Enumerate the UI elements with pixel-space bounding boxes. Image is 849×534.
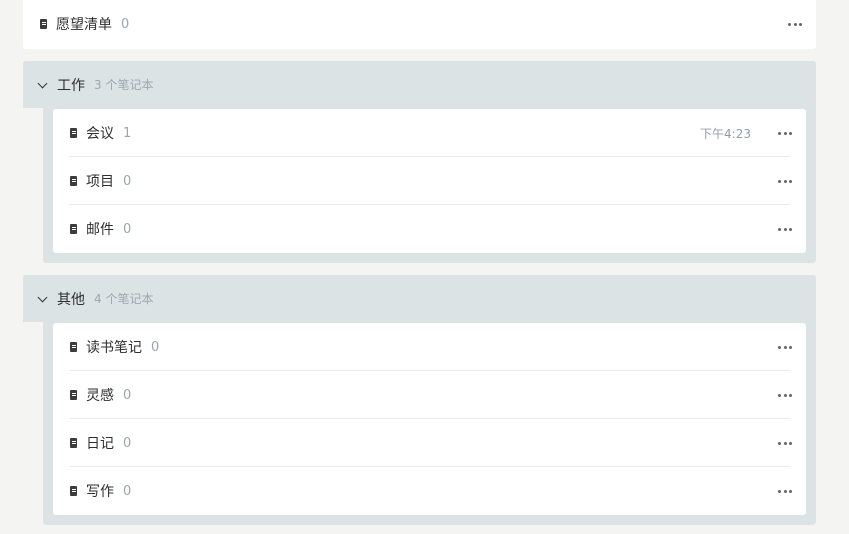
notebook-card: 愿望清单 0 <box>23 0 816 49</box>
notebook-row[interactable]: 读书笔记 0 <box>53 323 806 371</box>
chevron-down-icon[interactable] <box>37 78 48 88</box>
notebook-row[interactable]: 日记 0 <box>53 419 806 467</box>
notebook-row[interactable]: 会议 1 下午4:23 <box>53 109 806 157</box>
more-options-icon[interactable] <box>788 17 802 31</box>
note-count: 0 <box>151 339 160 355</box>
stack-notebook-count: 3 个笔记本 <box>94 78 154 92</box>
notebook-row[interactable]: 项目 0 <box>53 157 806 205</box>
notebook-icon <box>70 176 77 186</box>
note-count: 0 <box>123 387 132 403</box>
stack-work: 工作 3 个笔记本 会议 1 下午4:23 项目 0 邮件 0 <box>23 61 816 263</box>
stack-notebooks: 会议 1 下午4:23 项目 0 邮件 0 <box>53 109 806 253</box>
notebook-icon <box>70 486 77 496</box>
more-options-icon[interactable] <box>778 174 792 188</box>
notebook-list: 愿望清单 0 工作 3 个笔记本 会议 1 下午4:23 项目 0 邮件 0 其… <box>0 0 849 534</box>
more-options-icon[interactable] <box>778 436 792 450</box>
notebook-name: 邮件 <box>86 222 114 238</box>
notebook-name: 项目 <box>86 174 114 190</box>
notebook-row[interactable]: 写作 0 <box>53 467 806 515</box>
stack-title: 其他 <box>57 291 85 308</box>
more-options-icon[interactable] <box>778 484 792 498</box>
note-count: 0 <box>123 435 132 451</box>
stack-notebook-count: 4 个笔记本 <box>94 292 154 306</box>
notebook-name: 会议 <box>86 126 114 142</box>
stack-header[interactable]: 工作 3 个笔记本 <box>23 61 816 108</box>
notebook-icon <box>70 128 77 138</box>
note-count: 1 <box>123 125 132 141</box>
chevron-down-icon[interactable] <box>37 292 48 302</box>
notebook-icon <box>70 224 77 234</box>
notebook-icon <box>70 438 77 448</box>
note-count: 0 <box>123 173 132 189</box>
notebook-row[interactable]: 邮件 0 <box>53 205 806 253</box>
stack-title: 工作 <box>57 77 85 94</box>
notebook-name: 写作 <box>86 484 114 500</box>
stack-notebooks: 读书笔记 0 灵感 0 日记 0 写作 0 <box>53 323 806 515</box>
notebook-name: 日记 <box>86 436 114 452</box>
note-count: 0 <box>121 16 130 32</box>
notebook-icon <box>40 19 47 29</box>
last-updated-time: 下午4:23 <box>700 126 751 141</box>
notebook-name: 灵感 <box>86 388 114 404</box>
stack-other: 其他 4 个笔记本 读书笔记 0 灵感 0 日记 0 写作 0 <box>23 275 816 525</box>
notebook-icon <box>70 342 77 352</box>
more-options-icon[interactable] <box>778 222 792 236</box>
notebook-name: 愿望清单 <box>56 17 112 33</box>
notebook-name: 读书笔记 <box>86 340 142 356</box>
more-options-icon[interactable] <box>778 388 792 402</box>
note-count: 0 <box>123 221 132 237</box>
notebook-icon <box>70 390 77 400</box>
notebook-row-wishlist[interactable]: 愿望清单 0 <box>23 0 816 48</box>
more-options-icon[interactable] <box>778 126 792 140</box>
stack-header[interactable]: 其他 4 个笔记本 <box>23 275 816 322</box>
notebook-row[interactable]: 灵感 0 <box>53 371 806 419</box>
note-count: 0 <box>123 483 132 499</box>
more-options-icon[interactable] <box>778 340 792 354</box>
